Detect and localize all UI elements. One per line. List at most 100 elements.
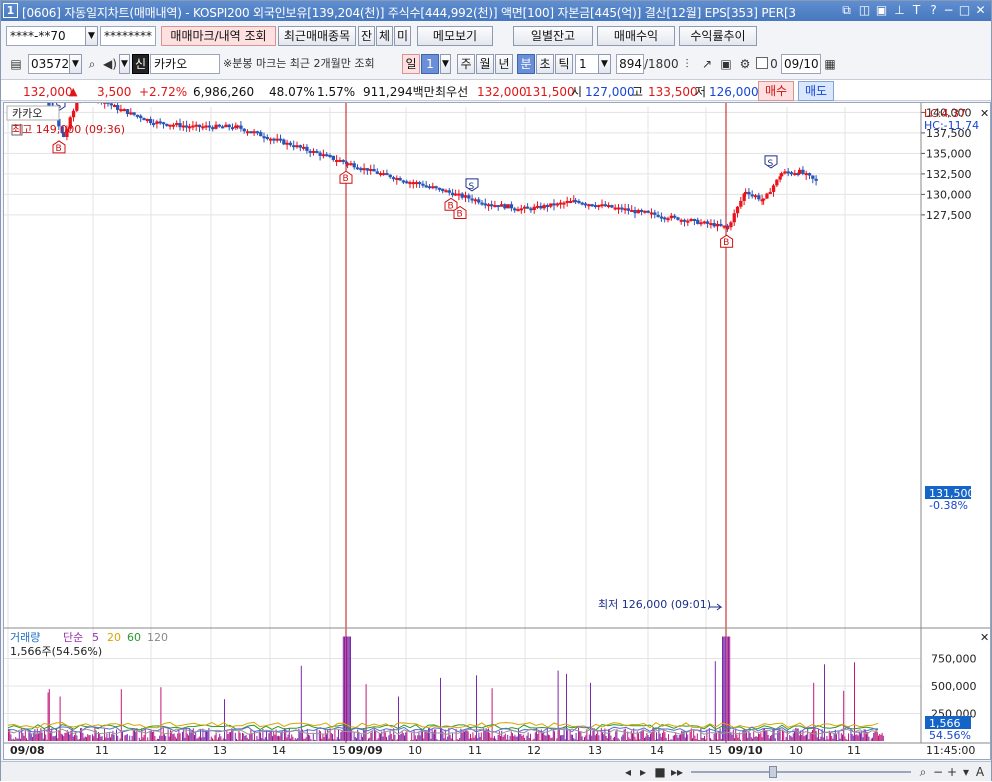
volume-bar <box>790 736 791 741</box>
period-minute-tab[interactable]: 분 <box>517 54 535 74</box>
volume-bar <box>496 740 497 741</box>
code-dropdown-icon[interactable]: ▼ <box>69 54 82 74</box>
font-size-icon[interactable]: T <box>909 3 924 18</box>
close-icon[interactable]: ✕ <box>973 3 988 18</box>
volume-bar <box>188 735 189 741</box>
date-checkbox[interactable] <box>756 57 768 69</box>
date-field[interactable]: 09/10 <box>781 54 821 74</box>
volume-bar <box>632 733 633 741</box>
zoom-slider-handle[interactable] <box>769 766 777 778</box>
volume-bar <box>766 731 767 741</box>
executed-tab[interactable]: 체 <box>376 26 393 46</box>
stock-name-field[interactable]: 카카오 <box>150 54 220 74</box>
sell-button[interactable]: 매도 <box>798 81 834 101</box>
volume-bar <box>150 731 151 741</box>
fast-forward-icon[interactable]: ▸▸ <box>669 762 685 782</box>
lock-icon[interactable]: ▣ <box>874 3 889 18</box>
price-pane-close-icon[interactable]: ✕ <box>980 107 989 120</box>
volume-bar <box>315 740 316 741</box>
zoom-out-icon[interactable]: − <box>931 762 945 782</box>
volume-bar <box>236 739 237 741</box>
volume-bar <box>24 736 25 741</box>
account-select[interactable]: ****-**70 <box>6 26 86 46</box>
scroll-down-icon[interactable]: ▾ <box>959 762 973 782</box>
volume-bar <box>507 735 508 741</box>
period-tick-tab[interactable]: 틱 <box>555 54 573 74</box>
buy-button[interactable]: 매수 <box>758 81 794 101</box>
font-icon[interactable]: A <box>973 762 987 782</box>
volume-bar <box>706 730 707 741</box>
draw-tool-icon[interactable]: ↗ <box>698 54 716 74</box>
account-dropdown-icon[interactable]: ▼ <box>85 26 98 46</box>
scroll-left-icon[interactable]: ◂ <box>621 762 635 782</box>
stock-list-icon[interactable]: ▤ <box>6 54 26 74</box>
search-icon[interactable]: ⌕ <box>916 762 930 782</box>
settings-icon[interactable]: ⚙ <box>736 54 754 74</box>
trade-profit-button[interactable]: 매매수익 <box>597 26 675 46</box>
price-bar <box>500 204 503 206</box>
volume-bar <box>45 735 46 741</box>
volume-bar <box>249 734 250 741</box>
bar-count-field[interactable]: 894 <box>616 54 644 74</box>
interval-field[interactable]: 1 <box>575 54 599 74</box>
speaker-icon[interactable]: ◀) <box>101 54 119 74</box>
zoom-slider-track[interactable] <box>691 771 911 773</box>
volume-bar <box>547 729 548 741</box>
period-second-tab[interactable]: 초 <box>536 54 554 74</box>
stock-code-input[interactable]: 035720 <box>28 54 70 74</box>
sound-dropdown-icon[interactable]: ▼ <box>119 54 130 74</box>
price-bar <box>152 123 155 125</box>
volume-bar <box>588 740 589 741</box>
volume-bar <box>697 733 698 741</box>
pin-icon[interactable]: ⊥ <box>892 3 907 18</box>
candle-style-icon[interactable]: ⫶ <box>678 54 696 74</box>
volume-bar <box>242 733 243 741</box>
link-icon[interactable]: ◫ <box>857 3 872 18</box>
chart-svg[interactable]: SBBBBSBS 147,500145,000142,500140,000137… <box>4 103 990 759</box>
volume-bar <box>458 740 459 741</box>
interval-dropdown-icon[interactable]: ▼ <box>598 54 611 74</box>
memo-button[interactable]: 메모보기 <box>417 26 493 46</box>
volume-pane-close-icon[interactable]: ✕ <box>980 631 989 644</box>
volume-bar <box>570 730 571 741</box>
calendar-icon[interactable]: ▦ <box>821 54 839 74</box>
balance-tab[interactable]: 잔 <box>358 26 375 46</box>
period-week-tab[interactable]: 주 <box>457 54 475 74</box>
period-year-tab[interactable]: 년 <box>495 54 513 74</box>
save-icon[interactable]: ▣ <box>717 54 735 74</box>
volume-bar <box>392 739 393 741</box>
volume-tick-label: 500,000 <box>931 680 977 693</box>
volume-bar <box>565 739 566 741</box>
period-day-tab[interactable]: 일 <box>402 54 420 74</box>
help-icon[interactable]: ? <box>926 3 941 18</box>
volume-bar <box>417 735 418 741</box>
minimize-icon[interactable]: − <box>941 3 956 18</box>
restore-icon[interactable]: ⧉ <box>839 3 854 18</box>
zoom-in-icon[interactable]: + <box>945 762 959 782</box>
return-trend-button[interactable]: 수익률추이 <box>679 26 757 46</box>
volume-bar <box>320 731 321 741</box>
volume-bar <box>432 729 433 741</box>
price-bar <box>757 195 760 199</box>
period-dropdown-icon[interactable]: ▼ <box>440 54 451 74</box>
daily-balance-button[interactable]: 일별잔고 <box>513 26 593 46</box>
password-field[interactable]: ******** <box>100 26 156 46</box>
mark-history-button[interactable]: 매매마크/내역 조회 <box>161 26 276 46</box>
search-icon[interactable]: ⌕ <box>84 54 100 74</box>
maximize-icon[interactable]: □ <box>957 3 972 18</box>
scroll-bar[interactable]: ◂ ▸ ■ ▸▸ ⌕ − + ▾ A <box>1 761 991 781</box>
price-bar <box>228 125 231 127</box>
scroll-right-icon[interactable]: ▸ <box>636 762 650 782</box>
volume-bar <box>388 735 389 741</box>
period-day-count[interactable]: 1 <box>421 54 439 74</box>
volume-bar <box>668 734 669 741</box>
volume-bar <box>75 732 76 741</box>
volume-bar <box>410 740 411 741</box>
pause-icon[interactable]: ■ <box>653 762 667 782</box>
volume-bar <box>411 733 412 741</box>
period-month-tab[interactable]: 월 <box>476 54 494 74</box>
recent-trades-button[interactable]: 최근매매종목 <box>278 26 356 46</box>
volume-bar <box>434 729 435 741</box>
chart-panel[interactable]: SBBBBSBS 147,500145,000142,500140,000137… <box>3 102 991 760</box>
unfilled-tab[interactable]: 미 <box>394 26 411 46</box>
